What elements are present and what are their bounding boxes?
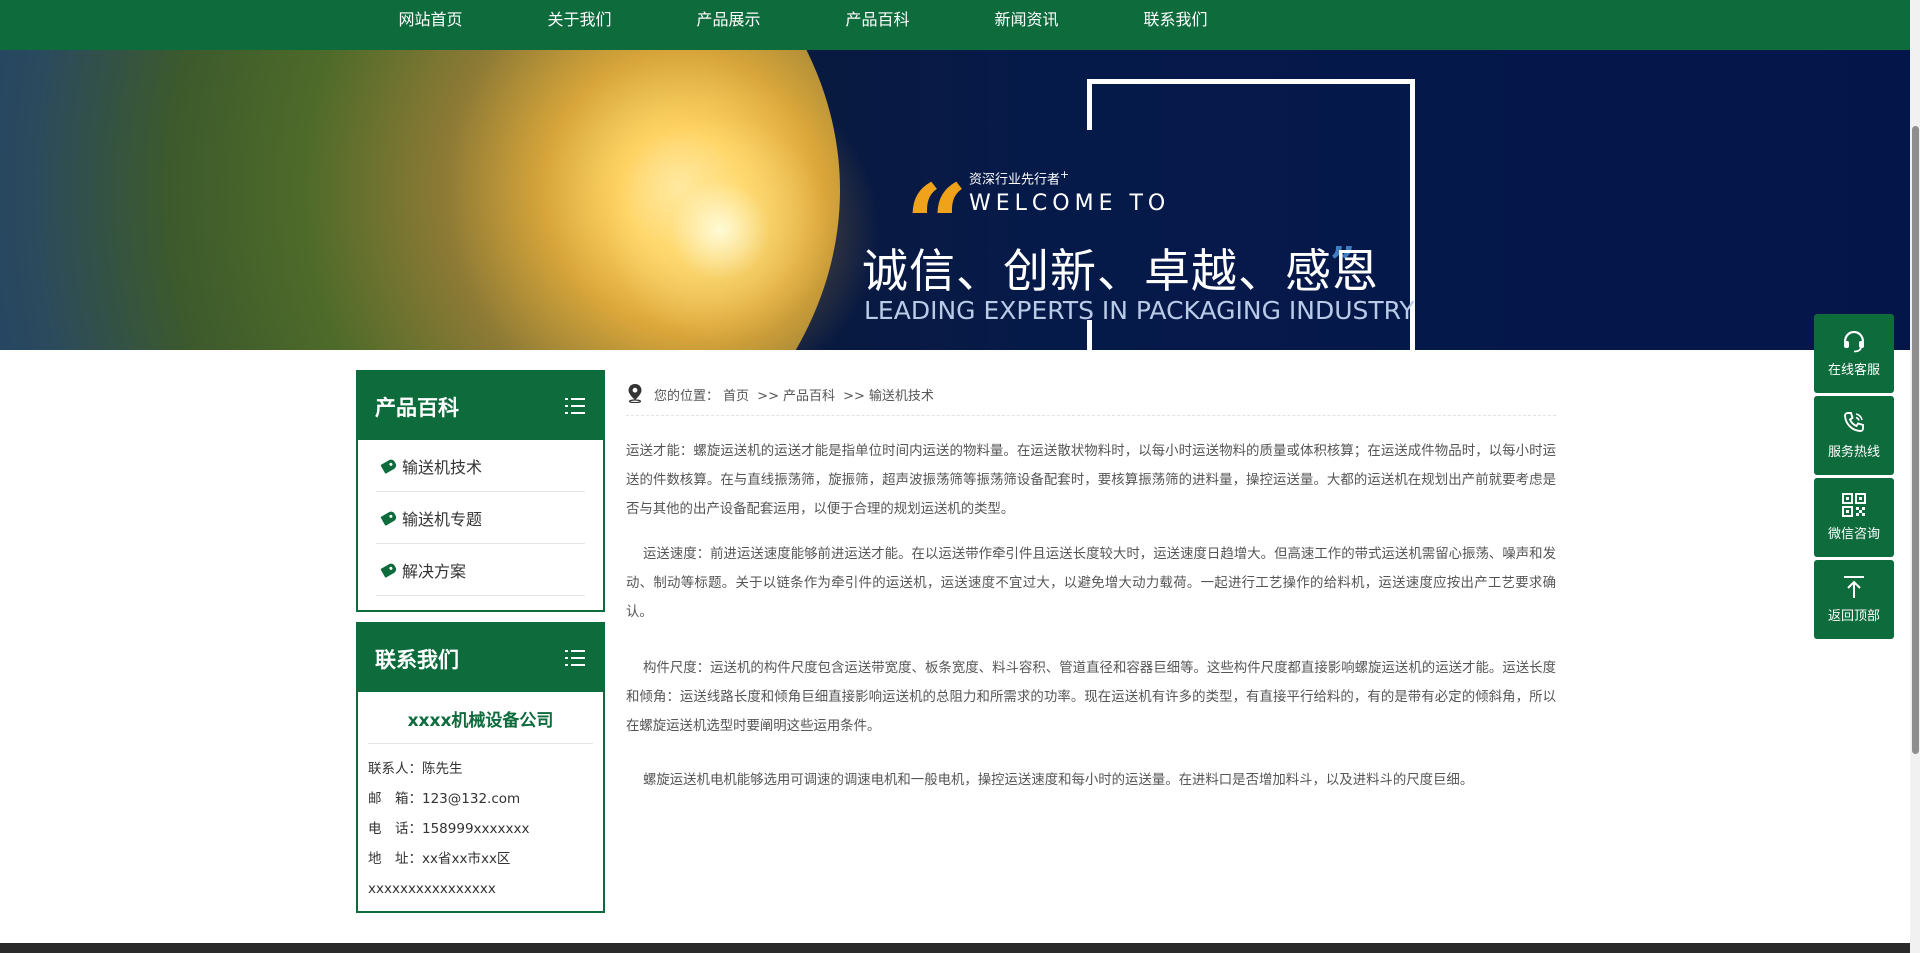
contact-details: 联系人：陈先生 邮 箱：123@132.com 电 话：158999xxxxxx…: [358, 744, 603, 904]
breadcrumb-home-link[interactable]: 首页: [723, 389, 749, 404]
arrow-up-icon: [1844, 576, 1864, 598]
category-item-label: 输送机专题: [402, 509, 483, 529]
contact-person: 联系人：陈先生: [368, 761, 463, 777]
category-list: 输送机技术 输送机专题 解决方案: [358, 440, 603, 596]
contact-box-header: 联系我们: [358, 624, 603, 692]
banner-welcome: WELCOME TO: [969, 191, 1171, 216]
contact-address: 地 址：xx省xx市xx区: [368, 851, 511, 867]
tag-icon: [380, 561, 398, 578]
banner-tagline: 资深行业先行者+: [969, 168, 1069, 187]
banner-subtitle: LEADING EXPERTS IN PACKAGING INDUSTRY: [864, 296, 1415, 325]
phone-icon: [1844, 412, 1864, 432]
breadcrumb: 您的位置： 首页 >> 产品百科 >> 输送机技术: [626, 383, 1556, 416]
tag-icon: [380, 457, 398, 474]
service-hotline-label: 服务热线: [1827, 445, 1880, 460]
nav-item-products[interactable]: 产品展示: [654, 0, 803, 40]
category-item-label: 输送机技术: [402, 457, 483, 477]
article-paragraph: 运送速度：前进运送速度能够前进运送才能。在以运送带作牵引件且运送长度较大时，运送…: [626, 547, 1556, 620]
breadcrumb-separator: >>: [843, 389, 865, 404]
breadcrumb-encyclopedia-link[interactable]: 产品百科: [783, 389, 835, 404]
wechat-consult-button[interactable]: 微信咨询: [1814, 478, 1894, 557]
article-paragraph: 螺旋运送机电机能够选用可调速的调速电机和一般电机，操控运送速度和每小时的运送量。…: [643, 773, 1474, 788]
breadcrumb-text: 您的位置： 首页 >> 产品百科 >> 输送机技术: [654, 385, 938, 404]
nav-item-news[interactable]: 新闻资讯: [952, 0, 1101, 40]
article-body: 运送才能：螺旋运送机的运送才能是指单位时间内运送的物料量。在运送散状物料时，以每…: [626, 437, 1556, 811]
breadcrumb-separator: >>: [757, 389, 779, 404]
category-item[interactable]: 输送机专题: [376, 492, 585, 544]
company-name: xxxx机械设备公司: [368, 706, 593, 744]
contact-address-cont: xxxxxxxxxxxxxxxx: [368, 881, 496, 897]
breadcrumb-prefix: 您的位置：: [654, 389, 720, 404]
footer-edge: [0, 943, 1910, 953]
hero-banner: “ ” 资深行业先行者+ WELCOME TO 诚信、创新、卓越、感恩 LEAD…: [0, 50, 1910, 350]
contact-phone: 电 话：158999xxxxxxx: [368, 821, 530, 837]
category-item[interactable]: 输送机技术: [376, 440, 585, 492]
online-service-label: 在线客服: [1827, 363, 1880, 378]
qrcode-icon: [1842, 493, 1866, 517]
list-menu-icon: [565, 649, 585, 667]
back-to-top-button[interactable]: 返回顶部: [1814, 560, 1894, 639]
breadcrumb-current-link[interactable]: 输送机技术: [869, 389, 934, 404]
service-hotline-button[interactable]: 服务热线: [1814, 396, 1894, 475]
scrollbar-thumb[interactable]: [1912, 126, 1919, 754]
page-scrollbar[interactable]: [1910, 0, 1920, 953]
nav-menu: 网站首页 关于我们 产品展示 产品百科 新闻资讯 联系我们: [356, 0, 1250, 50]
category-item-label: 解决方案: [402, 561, 467, 581]
nav-item-home[interactable]: 网站首页: [356, 0, 505, 40]
category-box: 产品百科 输送机技术 输送机专题 解决方案: [356, 370, 605, 612]
tagline-text: 资深行业先行者: [969, 172, 1061, 188]
category-box-title: 产品百科: [375, 396, 459, 420]
headset-icon: [1843, 330, 1865, 353]
article-paragraph: 运送才能：螺旋运送机的运送才能是指单位时间内运送的物料量。在运送散状物料时，以每…: [626, 444, 1556, 517]
category-box-header: 产品百科: [358, 372, 603, 440]
contact-box-title: 联系我们: [375, 648, 459, 672]
contact-email: 邮 箱：123@132.com: [368, 791, 521, 807]
tag-icon: [380, 509, 398, 526]
article-paragraph: 构件尺度：运送机的构件尺度包含运送带宽度、板条宽度、料斗容积、管道直径和容器巨细…: [626, 661, 1556, 734]
back-to-top-label: 返回顶部: [1827, 609, 1880, 624]
category-item[interactable]: 解决方案: [376, 544, 585, 596]
location-pin-icon: [628, 384, 642, 403]
top-nav: 网站首页 关于我们 产品展示 产品百科 新闻资讯 联系我们: [0, 0, 1910, 50]
wechat-consult-label: 微信咨询: [1827, 527, 1880, 542]
nav-item-about[interactable]: 关于我们: [505, 0, 654, 40]
nav-item-encyclopedia[interactable]: 产品百科: [803, 0, 952, 40]
banner-motto: 诚信、创新、卓越、感恩: [862, 244, 1379, 298]
nav-item-contact[interactable]: 联系我们: [1101, 0, 1250, 40]
contact-box: 联系我们 xxxx机械设备公司 联系人：陈先生 邮 箱：123@132.com …: [356, 622, 605, 913]
tagline-mark: +: [1060, 168, 1070, 181]
list-menu-icon: [565, 397, 585, 415]
online-service-button[interactable]: 在线客服: [1814, 314, 1894, 393]
